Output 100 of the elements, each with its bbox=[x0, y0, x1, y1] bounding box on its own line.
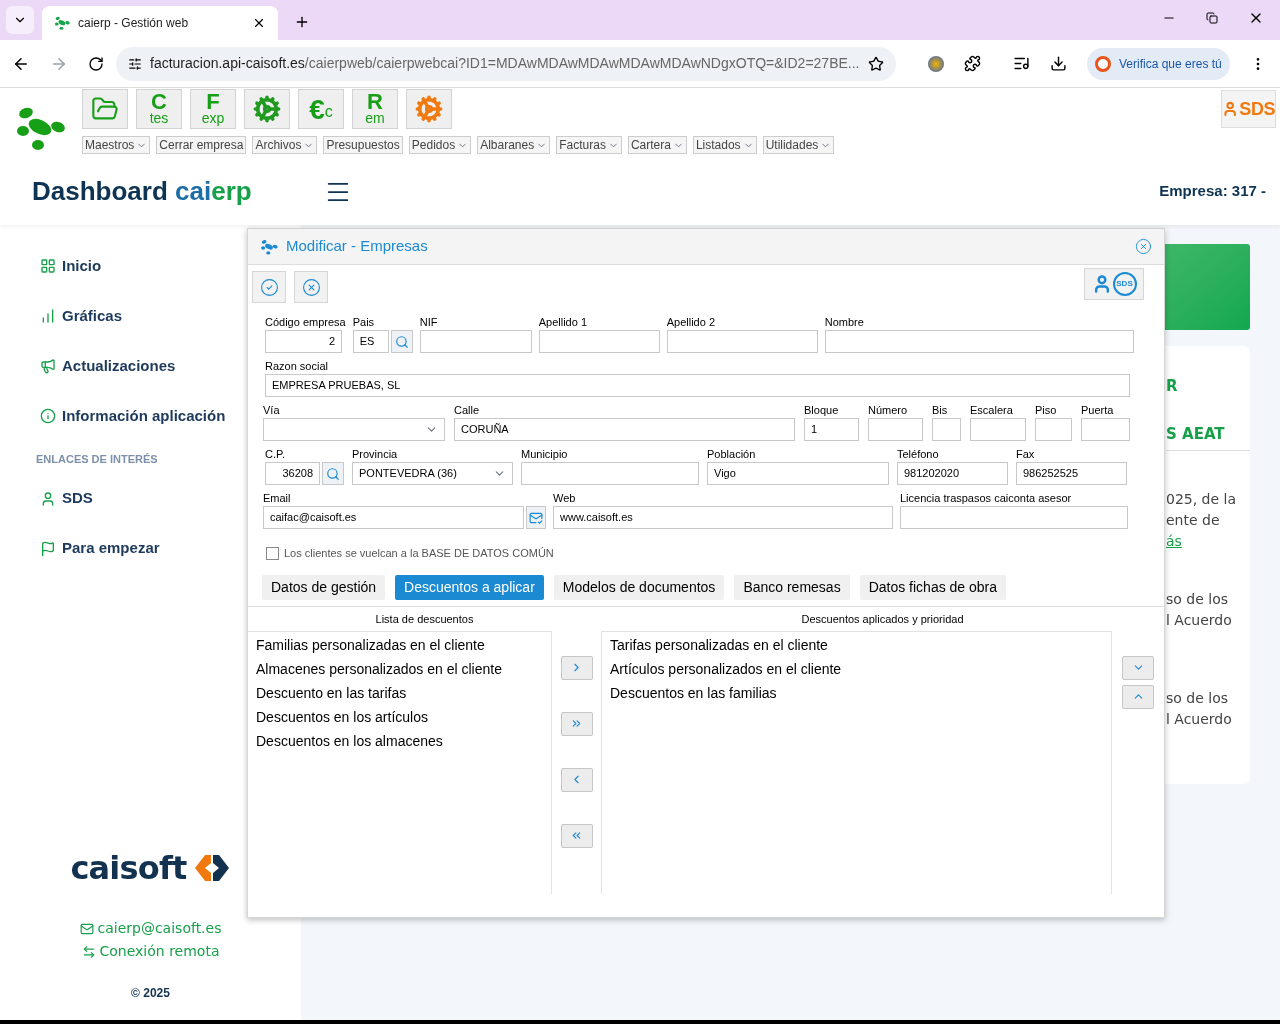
input-field[interactable]: www.caisoft.es bbox=[553, 506, 893, 529]
move-button[interactable] bbox=[560, 711, 593, 736]
menu-dropdown[interactable]: Presupuestos bbox=[323, 136, 403, 154]
download-icon[interactable] bbox=[1050, 55, 1067, 72]
input-field[interactable] bbox=[868, 418, 923, 441]
input-field[interactable]: 981202020 bbox=[897, 462, 1008, 485]
more-link[interactable]: ás bbox=[1166, 531, 1182, 552]
person-icon bbox=[1222, 100, 1239, 118]
browser-tab[interactable]: caierp - Gestión web bbox=[42, 6, 278, 40]
input-field[interactable]: Vigo bbox=[707, 462, 889, 485]
input-field[interactable]: ES bbox=[352, 330, 389, 353]
input-field[interactable] bbox=[970, 418, 1026, 441]
menu-dropdown[interactable]: Archivos bbox=[252, 136, 318, 154]
input-field[interactable] bbox=[666, 330, 818, 353]
sidebar-item[interactable]: SDS bbox=[40, 486, 93, 511]
move-button[interactable] bbox=[560, 823, 593, 848]
megaphone-icon bbox=[40, 358, 56, 374]
menu-dropdown[interactable]: Albaranes bbox=[477, 136, 551, 154]
move-button[interactable] bbox=[1122, 684, 1154, 709]
input-field[interactable]: 36208 bbox=[265, 462, 320, 485]
list-item[interactable]: Familias personalizadas en el cliente bbox=[248, 633, 551, 658]
move-button[interactable] bbox=[1122, 655, 1154, 680]
email-link[interactable]: caierp@caisoft.es bbox=[79, 918, 222, 939]
input-field[interactable]: caifac@caisoft.es bbox=[263, 506, 524, 529]
cancel-button[interactable] bbox=[294, 271, 328, 303]
move-button[interactable] bbox=[560, 767, 593, 792]
search-icon bbox=[394, 334, 409, 349]
send-mail-button[interactable] bbox=[526, 506, 546, 529]
select-field[interactable]: PONTEVEDRA (36) bbox=[352, 462, 513, 485]
site-info-icon[interactable] bbox=[128, 56, 142, 71]
extensions-icon[interactable] bbox=[964, 55, 981, 72]
list-item[interactable]: Descuentos en las familias bbox=[602, 681, 1111, 706]
menu-dropdown[interactable]: Listados bbox=[692, 136, 757, 154]
input-field[interactable]: EMPRESA PRUEBAS, SL bbox=[265, 374, 1130, 397]
restore-icon[interactable] bbox=[1206, 12, 1218, 24]
field-label: NIF bbox=[419, 315, 439, 329]
lookup-button[interactable] bbox=[390, 330, 413, 353]
input-field[interactable] bbox=[900, 506, 1128, 529]
media-icon[interactable] bbox=[1013, 55, 1030, 72]
sidebar-item[interactable]: Información aplicación bbox=[40, 404, 226, 428]
folder-button[interactable] bbox=[82, 89, 128, 129]
menu-dropdown[interactable]: Maestros bbox=[82, 136, 151, 154]
list-item[interactable]: Descuento en las tarifas bbox=[248, 681, 551, 706]
address-bar[interactable]: facturacion.api-caisoft.es/caierpweb/caierpwebcai?ID1=MDAwMDAwMDAwMDAwMDAwNDgxOTQ=&ID2=27BE... bbox=[116, 46, 896, 81]
move-button[interactable] bbox=[560, 655, 593, 680]
extension-icon[interactable] bbox=[928, 55, 944, 72]
list-item[interactable]: Descuentos en los artículos bbox=[248, 705, 551, 730]
menu-dropdown[interactable]: Cartera bbox=[627, 136, 687, 154]
menu-dropdown[interactable]: Utilidades bbox=[762, 136, 835, 154]
reload-icon[interactable] bbox=[88, 55, 104, 72]
field-label: Bloque bbox=[804, 403, 840, 417]
checkbox[interactable] bbox=[266, 546, 279, 560]
input-field[interactable] bbox=[824, 330, 1134, 353]
tab[interactable]: Modelos de documentos bbox=[553, 574, 725, 600]
select-field[interactable] bbox=[263, 418, 445, 441]
input-field[interactable]: 986252525 bbox=[1016, 462, 1127, 485]
field-label: Teléfono bbox=[897, 447, 940, 461]
input-field[interactable] bbox=[538, 330, 660, 353]
field-label: Fax bbox=[1016, 447, 1036, 461]
input-field[interactable] bbox=[1035, 418, 1072, 441]
settings-button[interactable] bbox=[244, 89, 290, 129]
tab[interactable]: Datos fichas de obra bbox=[859, 574, 1007, 600]
list-item[interactable]: Artículos personalizados en el cliente bbox=[602, 657, 1111, 682]
profile-button[interactable]: Verifica que eres tú bbox=[1087, 47, 1230, 80]
input-field[interactable] bbox=[1081, 418, 1130, 441]
list-item[interactable]: Tarifas personalizadas en el cliente bbox=[602, 633, 1111, 658]
list-item[interactable]: Descuentos en los almacenes bbox=[248, 729, 551, 754]
field-label: Escalera bbox=[970, 403, 1014, 417]
input-field[interactable]: 1 bbox=[804, 418, 859, 441]
input-field[interactable]: CORUÑA bbox=[454, 418, 795, 441]
list-item[interactable]: Almacenes personalizados en el cliente bbox=[248, 657, 551, 682]
input-field[interactable] bbox=[521, 462, 699, 485]
sidebar-item[interactable]: Actualizaciones bbox=[40, 354, 176, 378]
menu-dropdown[interactable]: Facturas bbox=[556, 136, 622, 154]
input-field[interactable] bbox=[932, 418, 961, 441]
input-field[interactable]: 2 bbox=[265, 330, 342, 353]
sidebar-item[interactable]: Gráficas bbox=[40, 304, 123, 328]
card-text: l Acuerdo bbox=[1166, 710, 1232, 729]
save-button[interactable] bbox=[252, 271, 286, 303]
sidebar-item[interactable]: Inicio bbox=[40, 254, 102, 278]
remote-link[interactable]: Conexión remota bbox=[81, 941, 220, 962]
lookup-button[interactable] bbox=[322, 462, 344, 485]
card-text: ente de bbox=[1166, 511, 1220, 530]
close-tab-icon[interactable] bbox=[252, 16, 266, 30]
menu-dropdown[interactable]: Pedidos bbox=[408, 136, 472, 154]
search-icon bbox=[326, 466, 340, 481]
sidebar-item[interactable]: Para empezar bbox=[40, 536, 160, 561]
tab-list-button[interactable] bbox=[6, 6, 34, 34]
field-label: Licencia traspasos caiconta asesor bbox=[900, 491, 1073, 505]
bookmark-icon[interactable] bbox=[868, 55, 884, 72]
tab[interactable]: Descuentos a aplicar bbox=[395, 574, 544, 600]
tab[interactable]: Datos de gestión bbox=[262, 574, 386, 600]
url-text: facturacion.api-caisoft.es/caierpweb/caierpwebcai?ID1=MDAwMDAwMDAwMDAwMDAwNDgxOTQ=&ID2=27BE... bbox=[150, 54, 860, 73]
settings-button[interactable] bbox=[406, 89, 452, 129]
field-label: Bis bbox=[932, 403, 949, 417]
grid-icon bbox=[40, 258, 56, 274]
input-field[interactable] bbox=[419, 330, 532, 353]
menu-dropdown[interactable]: Cerrar empresa bbox=[156, 136, 247, 154]
new-tab-icon[interactable] bbox=[294, 14, 310, 30]
tab[interactable]: Banco remesas bbox=[734, 574, 850, 600]
